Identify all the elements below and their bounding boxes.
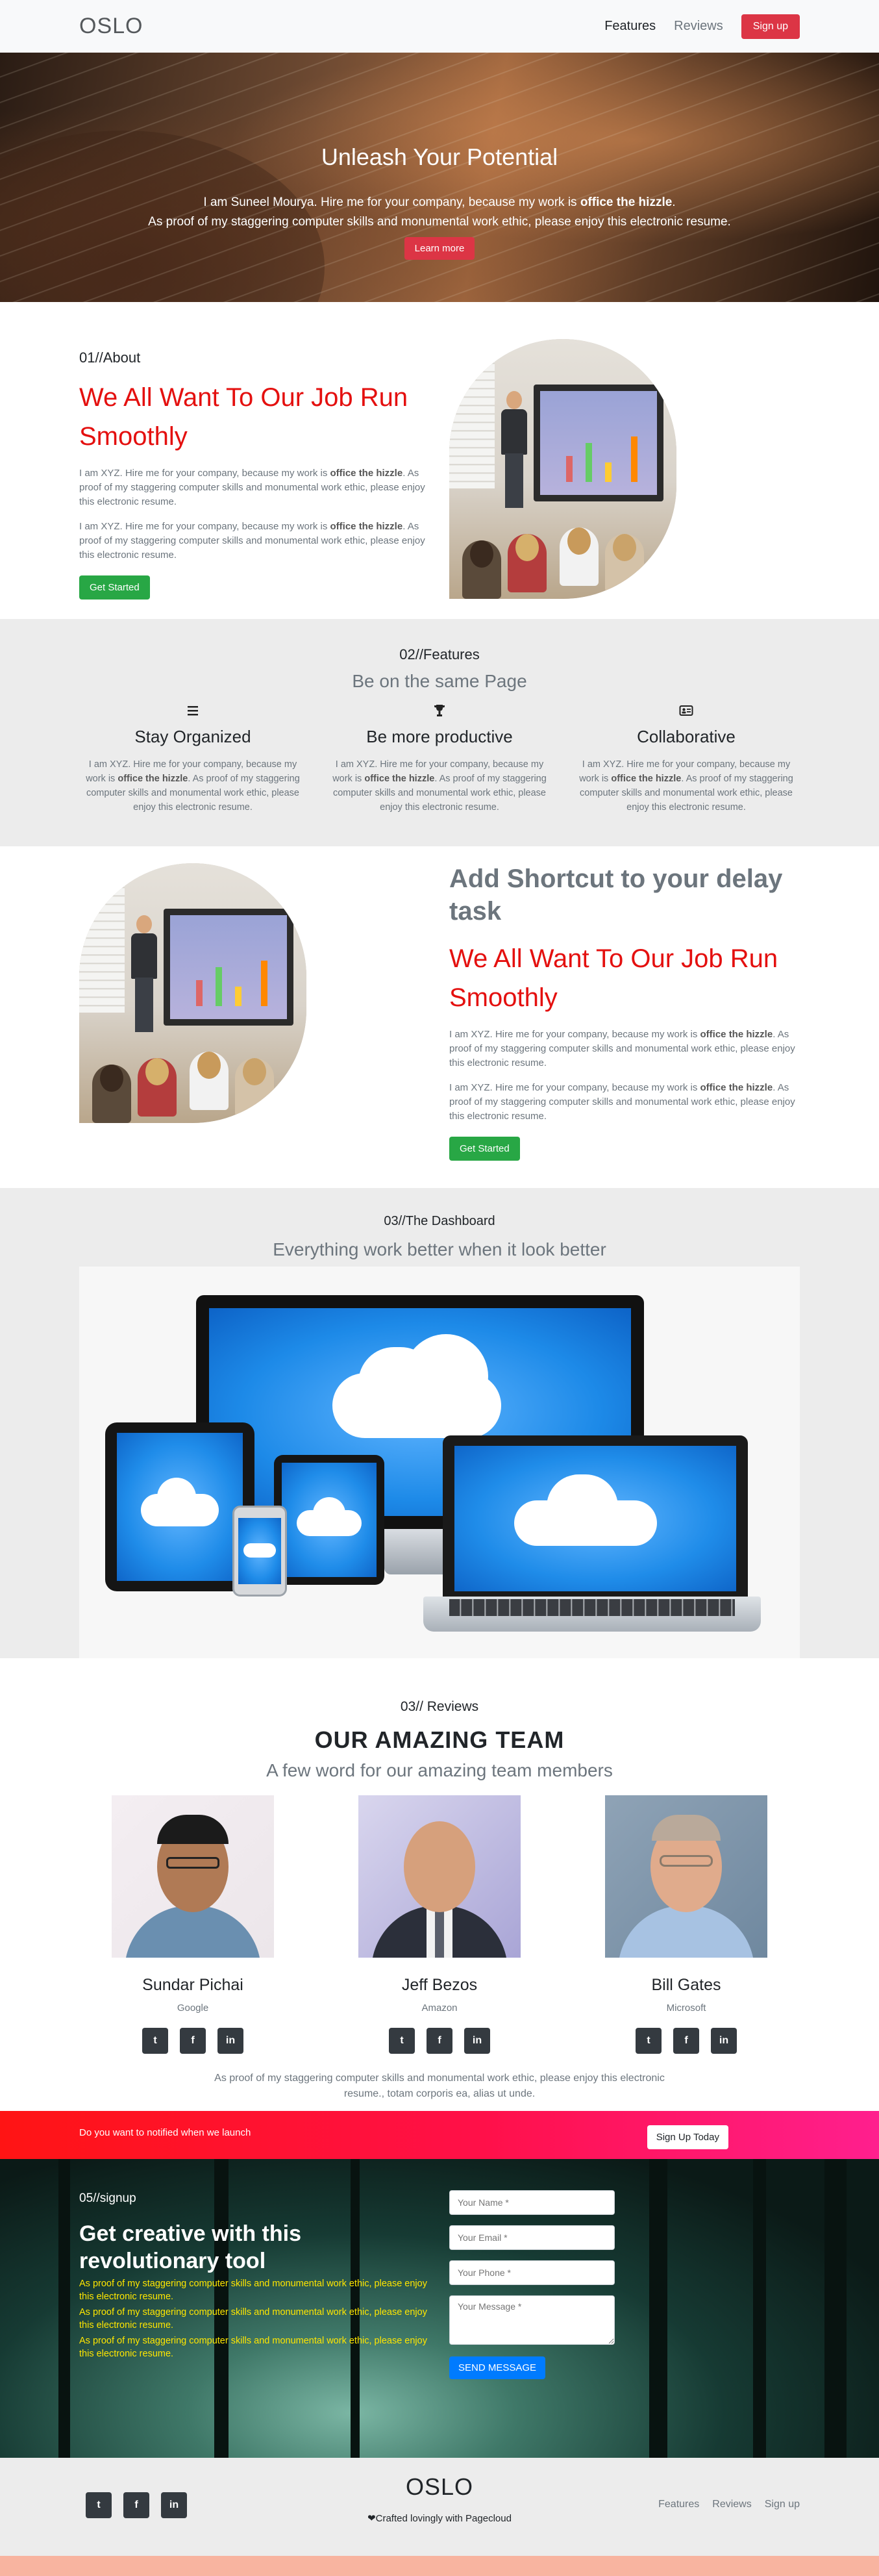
shortcut-section: Add Shortcut to your delay task We All W… [0,846,879,1188]
shortcut-headline: We All Want To Our Job Run Smoothly [449,944,778,1012]
linkedin-icon[interactable]: in [464,2028,490,2054]
get-started-button[interactable]: Get Started [79,575,150,600]
notify-banner: Do you want to notified when we launch S… [0,2111,879,2159]
classroom-photo [79,863,306,1123]
heart-icon: ❤ [367,2513,376,2524]
nav-link-features[interactable]: Features [604,19,656,34]
linkedin-icon[interactable]: in [217,2028,243,2054]
id-card-icon [679,705,693,716]
signup-title: Get creative with this revolutionary too… [79,2221,301,2273]
reviews-kicker: 03// Reviews [400,1699,479,1714]
menu-icon [188,706,198,716]
twitter-icon[interactable]: t [142,2028,168,2054]
reviews-footnote: As proof of my staggering computer skill… [214,2073,665,2099]
dashboard-kicker: 03//The Dashboard [384,1214,495,1228]
reviews-section: 03// Reviews OUR AMAZING TEAM A few word… [0,1658,879,2111]
twitter-icon[interactable]: t [636,2028,662,2054]
avatar [358,1795,521,1958]
footer-link-reviews[interactable]: Reviews [712,2499,751,2510]
member-company: Google [177,2002,209,2014]
contact-form: SEND MESSAGE [449,2190,615,2379]
nav-link-reviews[interactable]: Reviews [674,19,723,34]
signup-button[interactable]: Sign up [741,14,800,39]
facebook-icon[interactable]: f [427,2028,452,2054]
feature-stay-organized: Stay Organized I am XYZ. Hire me for you… [79,703,306,814]
send-message-button[interactable]: SEND MESSAGE [449,2356,546,2379]
features-section: 02//Features Be on the same Page Stay Or… [0,619,879,846]
team-member-card: Sundar Pichai Google t f in [112,1795,274,2054]
feature-title: Stay Organized [134,727,251,746]
team-member-card: Bill Gates Microsoft t f in [605,1795,767,2054]
twitter-icon[interactable]: t [389,2028,415,2054]
nav-links: Features Reviews Sign up [604,14,800,39]
get-started-button[interactable]: Get Started [449,1137,520,1161]
about-section: 01//About We All Want To Our Job Run Smo… [0,302,879,619]
signup-text-1: As proof of my staggering computer skill… [79,2279,427,2302]
about-kicker: 01//About [79,349,141,366]
signup-text-3: As proof of my staggering computer skill… [79,2336,427,2359]
about-headline: We All Want To Our Job Run Smoothly [79,383,408,451]
sign-up-today-button[interactable]: Sign Up Today [647,2125,728,2149]
bottom-strip [0,2556,879,2576]
footer-credit: ❤Crafted lovingly with Pagecloud [367,2513,512,2524]
footer-link-features[interactable]: Features [658,2499,699,2510]
signup-text-2: As proof of my staggering computer skill… [79,2307,427,2330]
signup-kicker: 05//signup [79,2191,136,2205]
feature-title: Collaborative [637,727,736,746]
dashboard-subtitle: Everything work better when it look bett… [273,1239,606,1259]
message-field[interactable] [449,2295,615,2345]
member-name: Sundar Pichai [142,1976,243,1994]
learn-more-button[interactable]: Learn more [404,237,475,260]
member-company: Amazon [421,2002,458,2014]
reviews-subtitle: A few word for our amazing team members [266,1760,613,1780]
team-member-card: Jeff Bezos Amazon t f in [358,1795,521,2054]
feature-collaborative: Collaborative I am XYZ. Hire me for your… [573,703,800,814]
devices-image [79,1267,800,1658]
footer-brand: OSLO [405,2473,474,2500]
email-field[interactable] [449,2225,615,2250]
feature-text: I am XYZ. Hire me for your company, beca… [332,759,547,813]
features-kicker: 02//Features [399,646,480,663]
trophy-icon [434,705,445,716]
notify-text: Do you want to notified when we launch [79,2127,251,2138]
about-paragraph-1: I am XYZ. Hire me for your company, beca… [79,468,425,507]
facebook-icon[interactable]: f [673,2028,699,2054]
classroom-photo [449,339,676,599]
feature-title: Be more productive [366,727,513,746]
hero-section: Unleash Your Potential I am Suneel Moury… [0,53,879,302]
phone-field[interactable] [449,2260,615,2285]
about-paragraph-2: I am XYZ. Hire me for your company, beca… [79,521,425,561]
feature-productive: Be more productive I am XYZ. Hire me for… [326,703,553,814]
shortcut-paragraph-2: I am XYZ. Hire me for your company, beca… [449,1082,795,1122]
member-name: Jeff Bezos [401,1976,478,1994]
signup-section: 05//signup Get creative with this revolu… [0,2159,879,2458]
feature-text: I am XYZ. Hire me for your company, beca… [86,759,300,813]
features-subtitle: Be on the same Page [352,671,527,691]
avatar [112,1795,274,1958]
dashboard-section: 03//The Dashboard Everything work better… [0,1188,879,1658]
hero-proof: As proof of my staggering computer skill… [148,215,731,229]
reviews-title: OUR AMAZING TEAM [314,1726,565,1753]
shortcut-title: Add Shortcut to your delay task [449,865,783,926]
hero-intro: I am Suneel Mourya. Hire me for your com… [203,196,676,209]
avatar [605,1795,767,1958]
name-field[interactable] [449,2190,615,2215]
facebook-icon[interactable]: f [180,2028,206,2054]
member-company: Microsoft [666,2002,706,2014]
footer: t f in OSLO ❤Crafted lovingly with Pagec… [0,2458,879,2556]
linkedin-icon[interactable]: in [711,2028,737,2054]
navbar: OSLO Features Reviews Sign up [0,0,879,53]
member-name: Bill Gates [651,1976,721,1994]
shortcut-paragraph-1: I am XYZ. Hire me for your company, beca… [449,1029,795,1068]
hero-title: Unleash Your Potential [321,144,558,170]
brand-logo[interactable]: OSLO [79,14,143,39]
feature-text: I am XYZ. Hire me for your company, beca… [579,759,793,813]
footer-link-signup[interactable]: Sign up [765,2499,800,2510]
